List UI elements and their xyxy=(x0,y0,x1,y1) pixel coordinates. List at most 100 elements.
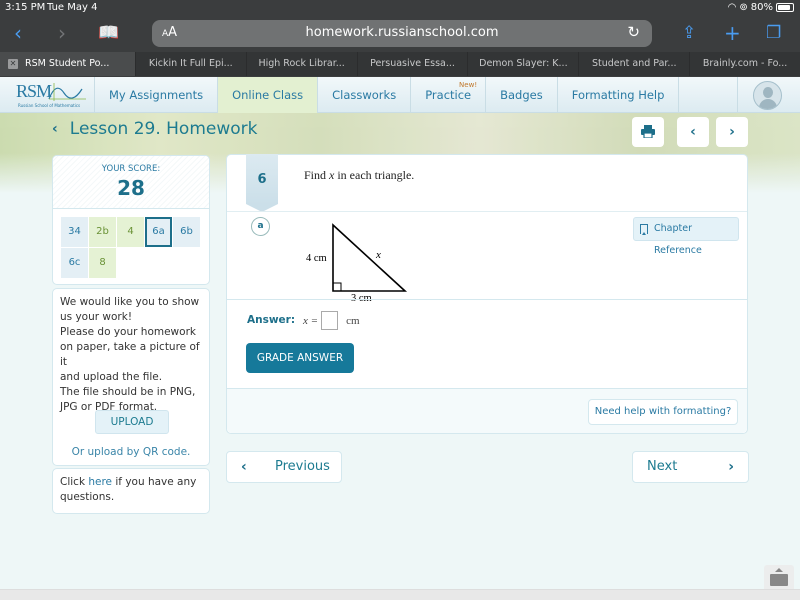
upload-message: We would like you to show us your work! … xyxy=(53,289,209,421)
nav-items: My Assignments Online Class Classworks P… xyxy=(94,77,680,113)
avatar[interactable] xyxy=(753,81,782,110)
battery-icon xyxy=(776,3,794,12)
chapter-reference-label: Chapter Reference xyxy=(654,223,702,256)
upload-message-line: Please do your homework xyxy=(60,326,196,338)
upload-card: We would like you to show us your work! … xyxy=(52,288,210,466)
divider xyxy=(227,299,747,300)
formatting-help-button[interactable]: Need help with formatting? xyxy=(588,399,738,425)
nav-item-practice[interactable]: Practice New! xyxy=(410,77,485,113)
browser-chrome: 3:15 PM Tue May 4 ◠ ⊚ 80% ‹ › 📖 AA homew… xyxy=(0,0,800,77)
bookmarks-icon[interactable]: 📖 xyxy=(98,21,119,45)
qr-upload-link[interactable]: Or upload by QR code. xyxy=(53,446,209,458)
previous-question-button[interactable]: ‹ xyxy=(677,117,709,147)
status-date: Tue May 4 xyxy=(47,2,98,13)
triangle-figure: 4 cm x 3 cm xyxy=(306,223,408,301)
reload-icon[interactable]: ↻ xyxy=(627,23,640,41)
next-question-button[interactable]: › xyxy=(716,117,748,147)
back-chevron-icon[interactable]: ‹ xyxy=(52,121,58,137)
part-badge: a xyxy=(251,217,270,236)
bookmark-icon xyxy=(640,224,648,235)
question-tile[interactable]: 8 xyxy=(89,248,116,278)
side-label-hypotenuse: x xyxy=(375,249,381,261)
browser-tab[interactable]: Persuasive Essa... xyxy=(356,52,468,76)
prompt-text: in each triangle. xyxy=(334,168,415,182)
keyboard-icon xyxy=(770,574,788,586)
lesson-title-text: Lesson 29. Homework xyxy=(69,119,258,139)
prompt-text: Find xyxy=(304,168,330,182)
bottom-bar xyxy=(0,589,800,600)
browser-toolbar: ‹ › 📖 AA homework.russianschool.com ↻ ⇪ … xyxy=(0,18,800,48)
tabs-overview-icon[interactable]: ❐ xyxy=(766,21,781,45)
nav-item-my-assignments[interactable]: My Assignments xyxy=(94,77,217,113)
score-header: YOUR SCORE: 28 xyxy=(53,156,209,209)
printer-icon xyxy=(641,125,655,139)
answer-unit: cm xyxy=(346,314,360,327)
score-card: YOUR SCORE: 28 34 2b 4 6a 6b 6c 8 xyxy=(52,155,210,285)
problem-prompt: Find x in each triangle. xyxy=(304,168,414,183)
upload-message-line: and upload the file. xyxy=(60,371,163,383)
keyboard-toggle-button[interactable] xyxy=(764,565,794,589)
back-icon[interactable]: ‹ xyxy=(14,21,22,45)
upload-button[interactable]: UPLOAD xyxy=(95,410,169,434)
upload-message-line: The file should be in PNG, xyxy=(60,386,196,398)
nav-item-online-class[interactable]: Online Class xyxy=(217,77,318,113)
share-icon[interactable]: ⇪ xyxy=(682,21,696,45)
status-right: ◠ ⊚ 80% xyxy=(728,2,794,13)
chevron-right-icon: › xyxy=(729,124,735,140)
browser-tab[interactable]: Demon Slayer: K... xyxy=(467,52,579,76)
forward-icon[interactable]: › xyxy=(58,21,66,45)
question-tile[interactable]: 34 xyxy=(61,217,88,247)
close-tab-icon[interactable]: ✕ xyxy=(8,59,18,69)
question-tile-current[interactable]: 6a xyxy=(145,217,172,247)
score-label: YOUR SCORE: xyxy=(101,164,161,174)
browser-tab[interactable]: Kickin It Full Epi... xyxy=(134,52,246,76)
answer-variable: x = xyxy=(303,314,319,327)
nav-spacer xyxy=(618,77,738,113)
grade-answer-button[interactable]: GRADE ANSWER xyxy=(246,343,354,373)
next-button[interactable]: Next › xyxy=(632,451,749,483)
chevron-left-icon: ‹ xyxy=(241,459,247,475)
question-tile[interactable]: 2b xyxy=(89,217,116,247)
right-angle-marker xyxy=(332,282,342,292)
previous-label: Previous xyxy=(275,459,330,474)
avatar-body xyxy=(759,99,777,109)
previous-button[interactable]: ‹ Previous xyxy=(226,451,342,483)
question-tile[interactable]: 4 xyxy=(117,217,144,247)
nav-item-badges[interactable]: Badges xyxy=(485,77,557,113)
question-tile[interactable]: 6b xyxy=(173,217,200,247)
rsm-logo[interactable]: RSM Russian School of Mathematics xyxy=(16,81,92,111)
new-tab-icon[interactable]: + xyxy=(724,21,741,45)
upload-message-line: We would like you to show xyxy=(60,296,200,308)
chevron-left-icon: ‹ xyxy=(690,124,696,140)
chevron-right-icon: › xyxy=(728,459,734,475)
page-title: ‹ Lesson 29. Homework xyxy=(52,119,258,139)
question-tile[interactable]: 6c xyxy=(61,248,88,278)
browser-tab[interactable]: ✕ RSM Student Po... xyxy=(0,52,135,76)
caret-up-icon xyxy=(775,568,783,572)
tab-label: RSM Student Po... xyxy=(25,58,110,69)
answer-label: Answer: xyxy=(247,314,296,326)
new-badge: New! xyxy=(459,81,478,89)
logo-subtitle: Russian School of Mathematics xyxy=(18,103,81,108)
triangle-shape xyxy=(332,223,408,292)
score-value: 28 xyxy=(117,176,145,200)
browser-tab[interactable]: High Rock Librar... xyxy=(245,52,357,76)
browser-tab[interactable]: Brainly.com - Fo... xyxy=(689,52,800,76)
problem-card: 6 Find x in each triangle. a 4 cm x 3 cm… xyxy=(226,154,748,434)
next-label: Next xyxy=(647,459,678,474)
nav-item-classworks[interactable]: Classworks xyxy=(317,77,410,113)
address-bar[interactable]: AA homework.russianschool.com ↻ xyxy=(152,20,652,47)
browser-tab[interactable]: Student and Par... xyxy=(578,52,690,76)
upload-message-line: us your work! xyxy=(60,311,133,323)
chapter-reference-button[interactable]: Chapter Reference xyxy=(633,217,739,256)
print-button[interactable] xyxy=(632,117,664,147)
status-time: 3:15 PM xyxy=(5,2,46,13)
answer-input[interactable] xyxy=(321,311,339,330)
wifi-icon: ◠ xyxy=(727,2,737,13)
help-link[interactable]: here xyxy=(88,476,112,488)
help-text: Click xyxy=(60,476,89,488)
url-text[interactable]: homework.russianschool.com xyxy=(152,25,652,40)
battery-percent: 80% xyxy=(750,2,773,13)
help-card: Click here if you have any questions. xyxy=(52,468,210,514)
page: RSM Russian School of Mathematics My Ass… xyxy=(0,77,800,589)
